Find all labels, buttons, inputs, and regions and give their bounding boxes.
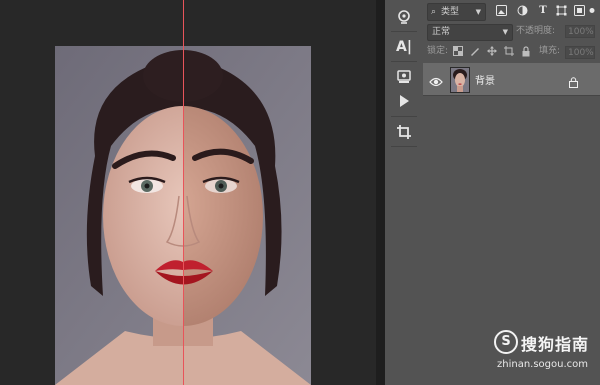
sogou-logo-icon: S — [494, 330, 518, 354]
filter-label: 类型 — [441, 7, 460, 17]
layer-filter-select[interactable]: ⌕ 类型 ▼ — [427, 3, 486, 21]
search-icon: ⌕ — [431, 7, 437, 17]
filter-toggle-icon[interactable] — [588, 5, 596, 17]
play-action-icon[interactable] — [393, 90, 415, 112]
type-filter-icon[interactable]: T — [537, 5, 549, 17]
image-filter-icon[interactable] — [495, 5, 507, 17]
lock-label: 锁定: — [427, 46, 449, 56]
opacity-field[interactable]: 100% — [565, 25, 595, 38]
lock-artboard-icon[interactable] — [503, 46, 514, 57]
crop-icon[interactable] — [393, 121, 415, 143]
character-glyph: A| — [396, 39, 412, 55]
fill-field[interactable]: 100% — [565, 46, 595, 59]
shape-filter-icon[interactable] — [555, 5, 567, 17]
opacity-label: 不透明度: — [516, 26, 556, 36]
tool-separator — [391, 61, 417, 62]
document-canvas[interactable] — [0, 0, 376, 385]
chevron-down-icon: ▼ — [475, 8, 481, 16]
properties-icon[interactable] — [393, 66, 415, 88]
lock-transparent-pixels-icon[interactable] — [452, 46, 463, 57]
visibility-eye-icon[interactable] — [429, 73, 443, 87]
layer-name: 背景 — [475, 76, 495, 87]
watermark-brand: 搜狗指南 — [521, 335, 590, 354]
smart-object-filter-icon[interactable] — [573, 5, 585, 17]
blend-mode-select[interactable]: 正常 ▼ — [427, 24, 513, 41]
tool-separator — [391, 31, 417, 32]
layer-row-background[interactable]: 背景 — [423, 63, 600, 95]
lock-image-pixels-icon[interactable] — [469, 46, 480, 57]
watermark-url: zhinan.sogou.com — [497, 359, 589, 370]
chevron-down-icon: ▼ — [502, 28, 508, 36]
tool-separator — [391, 146, 417, 147]
adjustment-filter-icon[interactable] — [516, 5, 528, 17]
character-icon[interactable]: A| — [393, 36, 415, 58]
vertical-guide-line[interactable] — [183, 0, 184, 385]
lock-position-icon[interactable] — [486, 46, 497, 57]
layers-panel: ⌕ 类型 ▼ T 正常 ▼ 不透明度: 100% 锁定: 填充: 100% 背景 — [423, 0, 600, 385]
blend-mode-value: 正常 — [432, 27, 451, 37]
layer-thumbnail — [450, 67, 470, 93]
layer-filter-row: ⌕ 类型 ▼ T — [427, 3, 597, 21]
layer-lock-icon — [568, 73, 579, 88]
history-brush-icon[interactable] — [393, 6, 415, 28]
panel-divider — [376, 0, 385, 385]
lock-all-icon[interactable] — [520, 46, 531, 57]
tool-separator — [391, 116, 417, 117]
fill-label: 填充: — [539, 46, 561, 56]
blend-opacity-row: 正常 ▼ 不透明度: 100% — [427, 24, 597, 41]
lock-fill-row: 锁定: 填充: 100% — [427, 45, 597, 60]
watermark: S 搜狗指南 zhinan.sogou.com — [494, 330, 598, 380]
collapsed-panel-strip: A| — [385, 0, 424, 385]
layer-divider — [423, 95, 600, 96]
